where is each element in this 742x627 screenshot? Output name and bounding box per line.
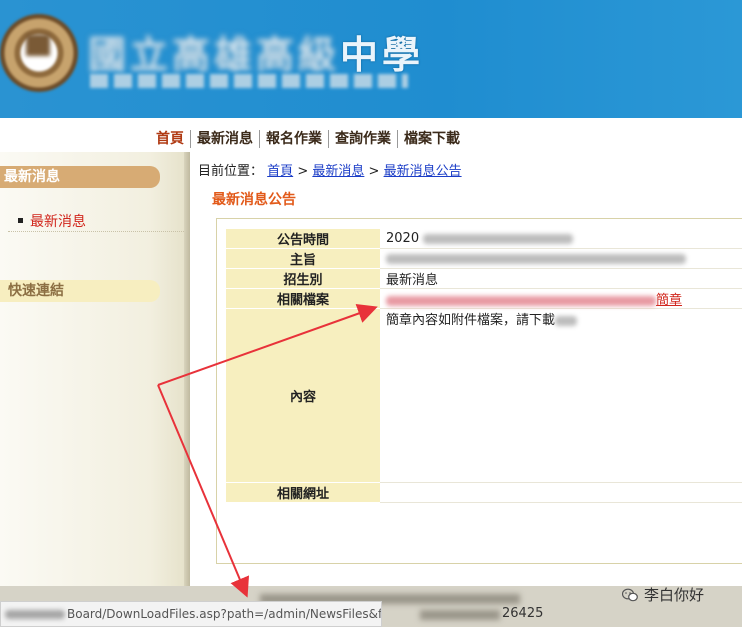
row-url: 相關網址 — [226, 482, 742, 503]
redacted-content — [555, 315, 578, 326]
nav-query[interactable]: 查詢作業 — [329, 130, 398, 148]
row-files: 相關檔案 簡章 — [226, 288, 742, 309]
header-banner: 國立高雄高級中學 — [0, 0, 742, 118]
row-content: 內容 簡章內容如附件檔案，請下載 — [226, 308, 742, 483]
sidebar-item-label: 最新消息 — [30, 214, 86, 230]
breadcrumb: 目前位置： 首頁 > 最新消息 > 最新消息公告 — [198, 160, 462, 179]
value-content: 簡章內容如附件檔案，請下載 — [380, 308, 742, 483]
redacted-host — [5, 610, 65, 619]
label-subject: 主旨 — [226, 248, 380, 269]
nav-downloads[interactable]: 檔案下載 — [398, 130, 466, 148]
breadcrumb-separator: > — [368, 164, 380, 179]
value-time: 2020 — [380, 229, 742, 249]
label-time: 公告時間 — [226, 229, 380, 249]
school-name: 國立高雄高級中學 — [88, 24, 424, 79]
school-name-redacted: 國立高雄高級 — [88, 33, 341, 77]
school-name-visible: 中學 — [340, 33, 425, 77]
time-prefix: 2020 — [386, 231, 420, 246]
label-content: 內容 — [226, 308, 380, 483]
breadcrumb-announcement-link[interactable]: 最新消息公告 — [384, 164, 462, 179]
bullet-icon — [18, 217, 23, 223]
school-name-english-redacted — [90, 74, 408, 88]
value-subject — [380, 248, 742, 269]
sidebar-section-news-title: 最新消息 — [0, 166, 160, 188]
content-text: 簡章內容如附件檔案，請下載 — [386, 313, 556, 328]
sidebar-edge — [184, 152, 190, 592]
breadcrumb-separator: > — [297, 164, 309, 179]
label-category: 招生別 — [226, 268, 380, 289]
sidebar-item-news[interactable]: 最新消息 — [18, 211, 86, 231]
watermark-text: 李白你好 — [644, 586, 705, 604]
sidebar-divider — [8, 231, 184, 232]
value-url — [380, 482, 742, 503]
browser-status-url: Board/DownLoadFiles.asp?path=/admin/News… — [0, 601, 382, 627]
value-files: 簡章 — [380, 288, 742, 309]
watermark: 李白你好 — [622, 584, 704, 605]
label-files: 相關檔案 — [226, 288, 380, 309]
redacted-subject — [386, 253, 686, 264]
announcement-detail-table: 公告時間 2020 主旨 招生別 最新消息 相關檔案 簡章 內容 簡章內容如附件… — [226, 229, 742, 503]
file-download-link[interactable]: 簡章 — [656, 293, 682, 308]
wechat-icon — [622, 588, 638, 602]
nav-news[interactable]: 最新消息 — [191, 130, 260, 148]
breadcrumb-news-link[interactable]: 最新消息 — [312, 164, 364, 179]
footer-redacted-text-2 — [420, 610, 500, 620]
nav-home[interactable]: 首頁 — [150, 130, 191, 148]
main-nav: 首頁 最新消息 報名作業 查詢作業 檔案下載 — [150, 130, 466, 152]
page-title: 最新消息公告 — [212, 192, 296, 208]
redacted-file-link — [386, 295, 656, 306]
row-time: 公告時間 2020 — [226, 229, 742, 249]
breadcrumb-home-link[interactable]: 首頁 — [267, 164, 293, 179]
sidebar-section-quicklinks-title: 快速連結 — [0, 280, 160, 302]
row-subject: 主旨 — [226, 248, 742, 269]
breadcrumb-prefix: 目前位置： — [198, 164, 264, 179]
row-category: 招生別 最新消息 — [226, 268, 742, 289]
label-url: 相關網址 — [226, 482, 380, 503]
value-category: 最新消息 — [380, 268, 742, 289]
status-url-text: Board/DownLoadFiles.asp?path=/admin/News… — [67, 607, 382, 621]
footer-number: 26425 — [502, 606, 544, 621]
redacted-time — [423, 233, 574, 244]
nav-registration[interactable]: 報名作業 — [260, 130, 329, 148]
school-logo-emblem — [26, 34, 50, 56]
